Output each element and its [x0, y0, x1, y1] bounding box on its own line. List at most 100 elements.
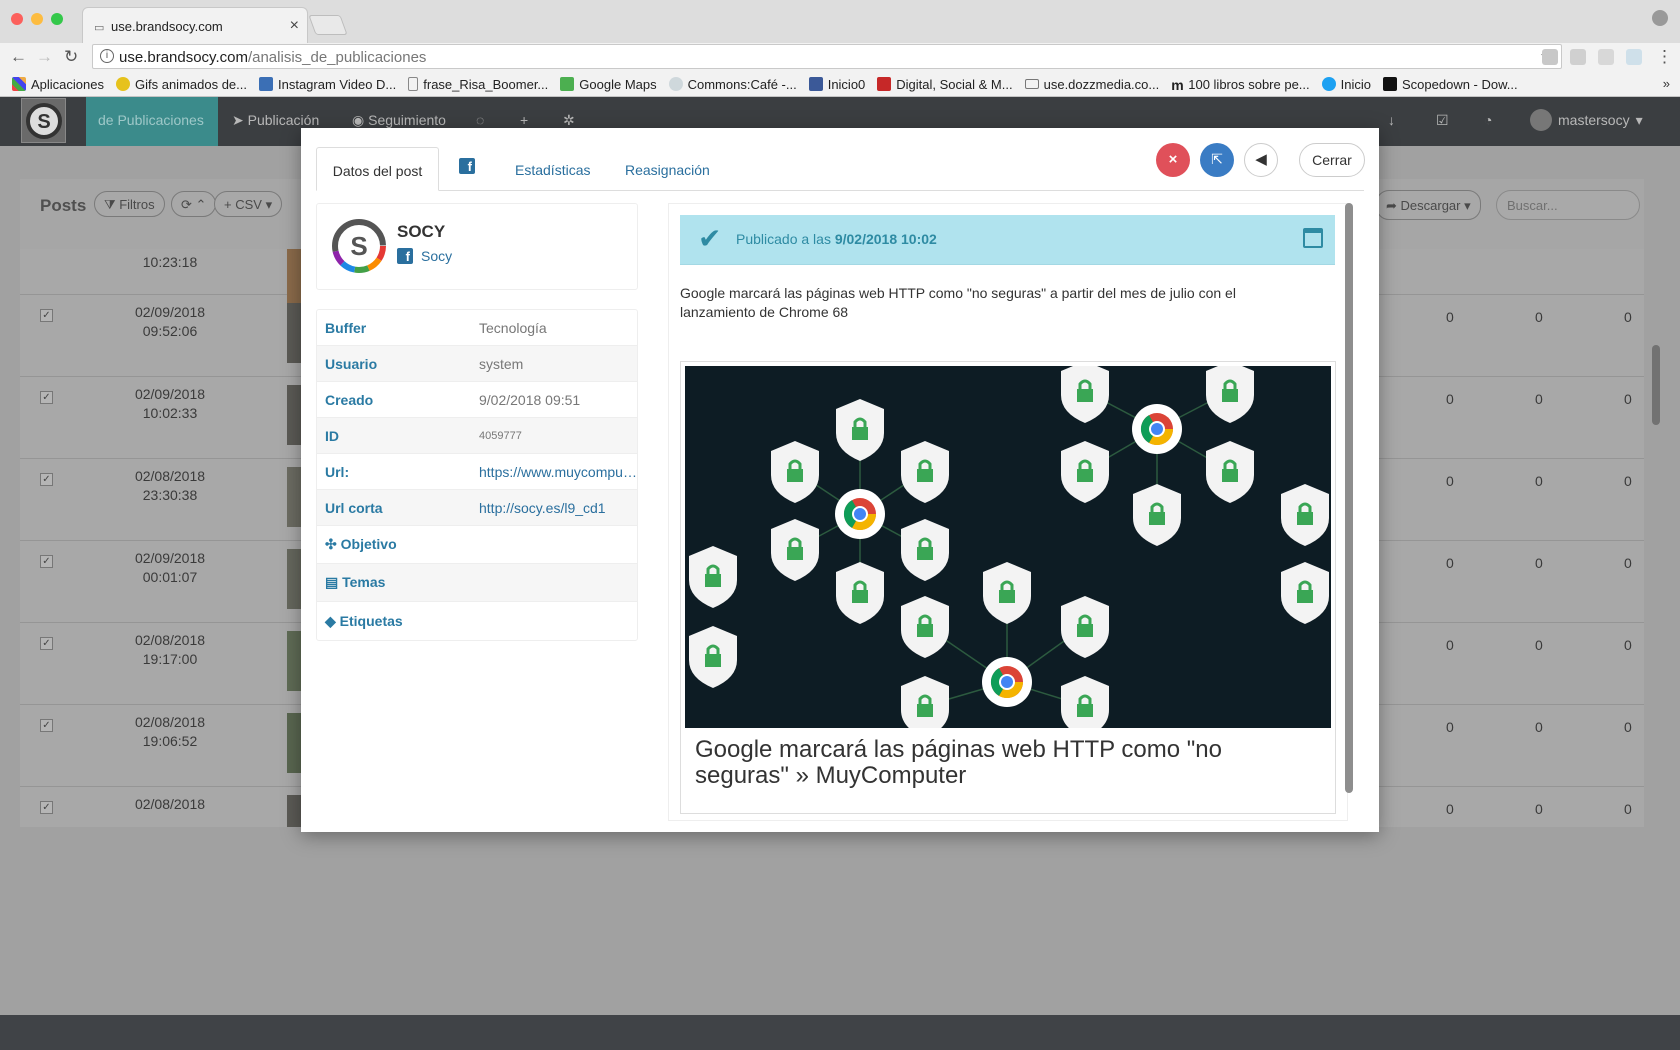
check-icon: ✔: [698, 223, 722, 254]
bookmark-item[interactable]: Scopedown - Dow...: [1383, 77, 1518, 92]
close-window-button[interactable]: [11, 13, 23, 25]
drive-extension-icon[interactable]: [1542, 49, 1558, 65]
published-banner: ✔ Publicado a las 9/02/2018 10:02: [680, 215, 1335, 265]
section-header: ✣ Objetivo: [317, 536, 479, 553]
tab-datos-del-post[interactable]: Datos del post: [316, 147, 439, 191]
tab-estadisticas[interactable]: Estadísticas: [515, 147, 590, 191]
extension-icon[interactable]: [1570, 49, 1586, 65]
metric-value: 0: [1535, 555, 1543, 571]
lock-shield-icon: [771, 519, 819, 581]
row-checkbox[interactable]: ✓: [40, 309, 53, 322]
info-icon[interactable]: i: [100, 49, 114, 63]
page-scrollbar[interactable]: [1652, 345, 1660, 425]
bookmark-label: Gifs animados de...: [135, 76, 247, 92]
favicon-icon: [668, 77, 683, 91]
favicon-icon: [877, 77, 892, 91]
lock-shield-icon: [1281, 484, 1329, 546]
etiquetas-section[interactable]: ◆ Etiquetas: [317, 602, 637, 640]
tab-reasignacion[interactable]: Reasignación: [625, 147, 710, 191]
bookmark-item[interactable]: use.dozzmedia.co...: [1024, 77, 1159, 92]
facebook-icon: f: [459, 158, 475, 174]
short-url-link[interactable]: http://socy.es/l9_cd1: [479, 500, 637, 516]
row-checkbox[interactable]: ✓: [40, 719, 53, 732]
lock-shield-icon: [1133, 484, 1181, 546]
info-value: system: [479, 355, 524, 372]
url-link[interactable]: https://www.muycomputer.com: [479, 464, 637, 480]
delete-button[interactable]: ×: [1156, 143, 1190, 177]
lock-shield-icon: [1206, 366, 1254, 423]
temas-section[interactable]: ▤ Temas: [317, 564, 637, 602]
download-icon[interactable]: ↓: [1388, 97, 1395, 146]
browser-tabstrip: ▭ use.brandsocy.com ×: [0, 0, 1680, 43]
modal-scrollbar[interactable]: [1345, 203, 1353, 793]
lock-shield-icon: [689, 546, 737, 608]
lock-shield-icon: [689, 626, 737, 688]
row-time: 10:23:18: [142, 254, 198, 270]
account-link[interactable]: f Socy: [397, 248, 452, 264]
bookmark-item[interactable]: frase_Risa_Boomer...: [408, 77, 548, 92]
filters-button[interactable]: ⧩ Filtros: [94, 191, 165, 217]
chrome-logo-icon: [1132, 404, 1182, 454]
bookmark-item[interactable]: Inicio: [1321, 76, 1371, 92]
bookmark-item[interactable]: Commons:Café -...: [668, 77, 797, 92]
menu-icon[interactable]: ⋮: [1656, 47, 1673, 67]
metric-value: 0: [1624, 801, 1632, 817]
row-checkbox[interactable]: ✓: [40, 555, 53, 568]
nav-tab-analisis[interactable]: de Publicaciones: [86, 97, 218, 146]
row-checkbox[interactable]: ✓: [40, 801, 53, 814]
info-key: Url:: [325, 463, 350, 480]
favicon-icon: [259, 77, 273, 91]
lock-shield-icon: [1206, 441, 1254, 503]
extension-icon[interactable]: [1598, 49, 1614, 65]
megaphone-button[interactable]: ◀: [1244, 143, 1278, 177]
csv-label: CSV: [235, 197, 262, 212]
maximize-window-button[interactable]: [51, 13, 63, 25]
tab-facebook[interactable]: f: [459, 147, 475, 191]
row-checkbox[interactable]: ✓: [40, 637, 53, 650]
bookmark-item[interactable]: Instagram Video D...: [259, 77, 396, 92]
bookmark-item[interactable]: Inicio0: [808, 77, 865, 92]
reload-icon[interactable]: ↻: [64, 47, 78, 67]
forward-icon[interactable]: →: [36, 47, 53, 67]
search-input[interactable]: Buscar...: [1496, 190, 1640, 220]
back-icon[interactable]: ←: [10, 47, 27, 67]
section-label: Temas: [342, 574, 386, 590]
calendar-icon[interactable]: [1303, 228, 1323, 248]
user-menu[interactable]: mastersocy ▾: [1530, 97, 1643, 146]
close-modal-button[interactable]: Cerrar: [1299, 143, 1365, 177]
account-handle: Socy: [421, 248, 453, 264]
bookmark-item[interactable]: Google Maps: [560, 77, 657, 92]
metric-value: 0: [1624, 555, 1632, 571]
download-button[interactable]: ➦ Descargar ▾: [1376, 190, 1481, 220]
bookmark-item[interactable]: Digital, Social & M...: [877, 77, 1013, 92]
bookmark-apps[interactable]: Aplicaciones: [12, 77, 104, 92]
check-icon[interactable]: ☑: [1436, 97, 1449, 146]
csv-button[interactable]: + CSV ▾: [214, 191, 283, 217]
minimize-window-button[interactable]: [31, 13, 43, 25]
open-external-button[interactable]: ⇱: [1200, 143, 1234, 177]
row-checkbox[interactable]: ✓: [40, 391, 53, 404]
bookmark-label: Inicio: [1340, 76, 1371, 92]
row-date: 02/09/2018: [134, 386, 206, 402]
profile-icon[interactable]: [1652, 10, 1668, 26]
close-tab-icon[interactable]: ×: [290, 17, 299, 35]
objetivo-section[interactable]: ✣ Objetivo: [317, 526, 637, 564]
avatar: [1530, 109, 1552, 131]
bookmark-item[interactable]: m 100 libros sobre pe...: [1171, 77, 1309, 94]
info-key: Buffer: [325, 319, 367, 336]
metric-value: 0: [1446, 555, 1454, 571]
row-checkbox[interactable]: ✓: [40, 473, 53, 486]
refresh-button[interactable]: ⟳ ⌃: [171, 191, 217, 217]
extension-icon[interactable]: [1626, 49, 1642, 65]
bell-icon[interactable]: ◔: [1484, 97, 1492, 146]
browser-tab[interactable]: ▭ use.brandsocy.com ×: [82, 7, 308, 43]
more-bookmarks-button[interactable]: »: [1663, 76, 1670, 91]
new-tab-button[interactable]: [308, 15, 348, 35]
bookmark-item[interactable]: Gifs animados de...: [116, 77, 247, 92]
info-value: 9/02/2018 09:51: [479, 391, 581, 408]
socy-logo[interactable]: S: [21, 98, 66, 143]
lock-shield-icon: [1281, 562, 1329, 624]
link-preview[interactable]: Google marcará las páginas web HTTP como…: [680, 361, 1336, 814]
row-datetime: 02/09/2018 00:01:07: [100, 549, 240, 587]
address-bar[interactable]: i use.brandsocy.com/analisis_de_publicac…: [92, 44, 1562, 69]
